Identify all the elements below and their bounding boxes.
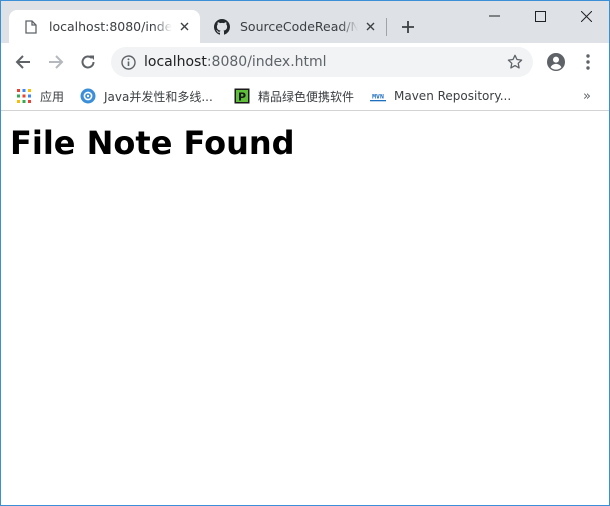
new-tab-button[interactable]: [398, 17, 418, 37]
bookmark-green-software[interactable]: P 精品绿色便携软件: [234, 86, 354, 106]
bookmark-label: 精品绿色便携软件: [258, 89, 355, 104]
page-heading: File Note Found: [10, 124, 295, 162]
bookmark-label: 应用: [40, 89, 65, 104]
menu-button[interactable]: [576, 50, 600, 74]
forward-button[interactable]: [44, 50, 68, 74]
github-icon: [214, 18, 230, 35]
plus-icon: [402, 21, 414, 33]
tab-sourcecoderead[interactable]: SourceCodeRead/Note: [200, 10, 386, 43]
url-text[interactable]: localhost:8080/index.html: [144, 54, 327, 70]
tab-close-icon[interactable]: [176, 19, 192, 35]
forward-arrow-icon: [49, 55, 64, 69]
back-button[interactable]: [11, 50, 35, 74]
bookmark-label: Java并发性和多线...: [104, 89, 213, 104]
info-icon[interactable]: [120, 54, 136, 70]
tab-close-icon[interactable]: [362, 19, 378, 35]
bookmark-star-icon[interactable]: [507, 54, 523, 70]
svg-text:MVN: MVN: [372, 93, 384, 101]
page-icon: [23, 19, 39, 35]
browser-toolbar: localhost:8080/index.html: [1, 43, 609, 81]
tab-localhost[interactable]: localhost:8080/index.html: [9, 10, 200, 43]
minimize-button[interactable]: [471, 1, 517, 31]
back-arrow-icon: [15, 55, 30, 69]
url-host: localhost: [144, 54, 207, 70]
close-icon: [580, 10, 592, 22]
apps-grid-icon: [16, 88, 32, 104]
reload-button[interactable]: [76, 50, 100, 74]
maximize-icon: [534, 10, 546, 22]
kebab-menu-icon: [586, 54, 590, 70]
browser-window: localhost:8080/index.html SourceCodeRead…: [0, 0, 610, 506]
tab-separator: [386, 18, 387, 36]
bookmark-java-concurrency[interactable]: Java并发性和多线...: [80, 86, 213, 106]
url-path: :8080/index.html: [206, 54, 327, 70]
bookmark-label: Maven Repository...: [394, 89, 512, 103]
close-window-button[interactable]: [563, 1, 609, 31]
reload-icon: [81, 55, 95, 69]
bookmark-maven-repository[interactable]: MVN Maven Repository...: [370, 86, 511, 106]
p-logo-icon: P: [234, 88, 250, 104]
profile-button[interactable]: [544, 50, 568, 74]
bookmarks-overflow-button[interactable]: »: [579, 86, 595, 106]
tab-strip: localhost:8080/index.html SourceCodeRead…: [1, 1, 609, 43]
address-bar[interactable]: localhost:8080/index.html: [111, 47, 533, 77]
maximize-button[interactable]: [517, 1, 563, 31]
bookmarks-bar: 应用 Java并发性和多线... P 精品绿色便携软件 MVN Maven Re…: [1, 81, 609, 111]
mvn-logo-icon: MVN: [370, 88, 386, 104]
bookmark-apps[interactable]: 应用: [16, 86, 64, 106]
tab-title: localhost:8080/index.html: [49, 19, 172, 34]
tab-title: SourceCodeRead/Note: [240, 19, 358, 34]
gear-badge-icon: [80, 88, 96, 104]
svg-text:P: P: [238, 91, 246, 104]
page-content: File Note Found: [1, 112, 609, 505]
minimize-icon: [488, 15, 500, 17]
account-icon: [547, 53, 565, 71]
